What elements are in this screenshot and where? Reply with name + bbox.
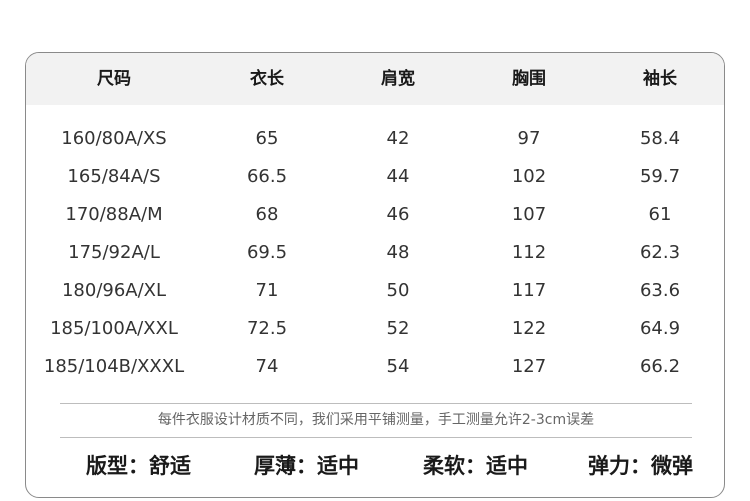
cell-length: 66.5	[246, 166, 288, 187]
header-size: 尺码	[97, 69, 131, 89]
table-row: 170/88A/M 68 46 107 61	[26, 196, 724, 234]
table-row: 185/100A/XXL 72.5 52 122 64.9	[26, 310, 724, 348]
header-length: 衣长	[250, 69, 284, 89]
cell-size: 180/96A/XL	[61, 280, 167, 301]
measurement-note: 每件衣服设计材质不同，我们采用平铺测量，手工测量允许2-3cm误差	[157, 412, 595, 428]
cell-chest: 127	[511, 356, 547, 377]
table-row: 165/84A/S 66.5 44 102 59.7	[26, 158, 724, 196]
header-sleeve: 袖长	[643, 69, 677, 89]
size-table-header: 尺码 衣长 肩宽 胸围 袖长	[26, 53, 724, 105]
fabric-attributes: 版型：舒适 厚薄：适中 柔软：适中 弹力：微弹	[26, 448, 724, 484]
cell-size: 160/80A/XS	[61, 128, 167, 149]
table-row: 185/104B/XXXL 74 54 127 66.2	[26, 348, 724, 386]
cell-chest: 122	[511, 318, 547, 339]
cell-size: 175/92A/L	[68, 242, 160, 263]
cell-size: 170/88A/M	[65, 204, 163, 225]
attribute-elasticity: 弹力：微弹	[588, 454, 693, 478]
header-shoulder: 肩宽	[381, 69, 415, 89]
cell-chest: 112	[511, 242, 547, 263]
cell-shoulder: 44	[386, 166, 410, 187]
cell-size: 165/84A/S	[67, 166, 161, 187]
header-chest: 胸围	[512, 69, 546, 89]
cell-length: 65	[255, 128, 279, 149]
cell-sleeve: 61	[648, 204, 672, 225]
cell-sleeve: 62.3	[639, 242, 681, 263]
cell-sleeve: 58.4	[639, 128, 681, 149]
cell-size: 185/100A/XXL	[50, 318, 178, 339]
cell-shoulder: 54	[386, 356, 410, 377]
attribute-softness: 柔软：适中	[423, 454, 528, 478]
cell-chest: 102	[511, 166, 547, 187]
cell-shoulder: 42	[386, 128, 410, 149]
cell-sleeve: 63.6	[639, 280, 681, 301]
divider-top	[60, 403, 692, 404]
cell-chest: 117	[511, 280, 547, 301]
divider-bottom	[60, 437, 692, 438]
cell-length: 72.5	[246, 318, 288, 339]
cell-shoulder: 46	[386, 204, 410, 225]
cell-size: 185/104B/XXXL	[43, 356, 185, 377]
cell-length: 68	[255, 204, 279, 225]
cell-shoulder: 52	[386, 318, 410, 339]
cell-chest: 107	[511, 204, 547, 225]
table-row: 180/96A/XL 71 50 117 63.6	[26, 272, 724, 310]
table-row: 160/80A/XS 65 42 97 58.4	[26, 120, 724, 158]
cell-sleeve: 64.9	[639, 318, 681, 339]
attribute-thickness: 厚薄：适中	[254, 454, 359, 478]
cell-length: 74	[255, 356, 279, 377]
cell-length: 69.5	[246, 242, 288, 263]
attribute-fit: 版型：舒适	[86, 454, 191, 478]
size-chart-card: 尺码 衣长 肩宽 胸围 袖长 160/80A/XS 65 42 97 58.4 165/8…	[25, 52, 725, 498]
cell-sleeve: 59.7	[639, 166, 681, 187]
cell-chest: 97	[517, 128, 541, 149]
cell-length: 71	[255, 280, 279, 301]
table-row: 175/92A/L 69.5 48 112 62.3	[26, 234, 724, 272]
cell-shoulder: 50	[386, 280, 410, 301]
cell-shoulder: 48	[386, 242, 410, 263]
cell-sleeve: 66.2	[639, 356, 681, 377]
